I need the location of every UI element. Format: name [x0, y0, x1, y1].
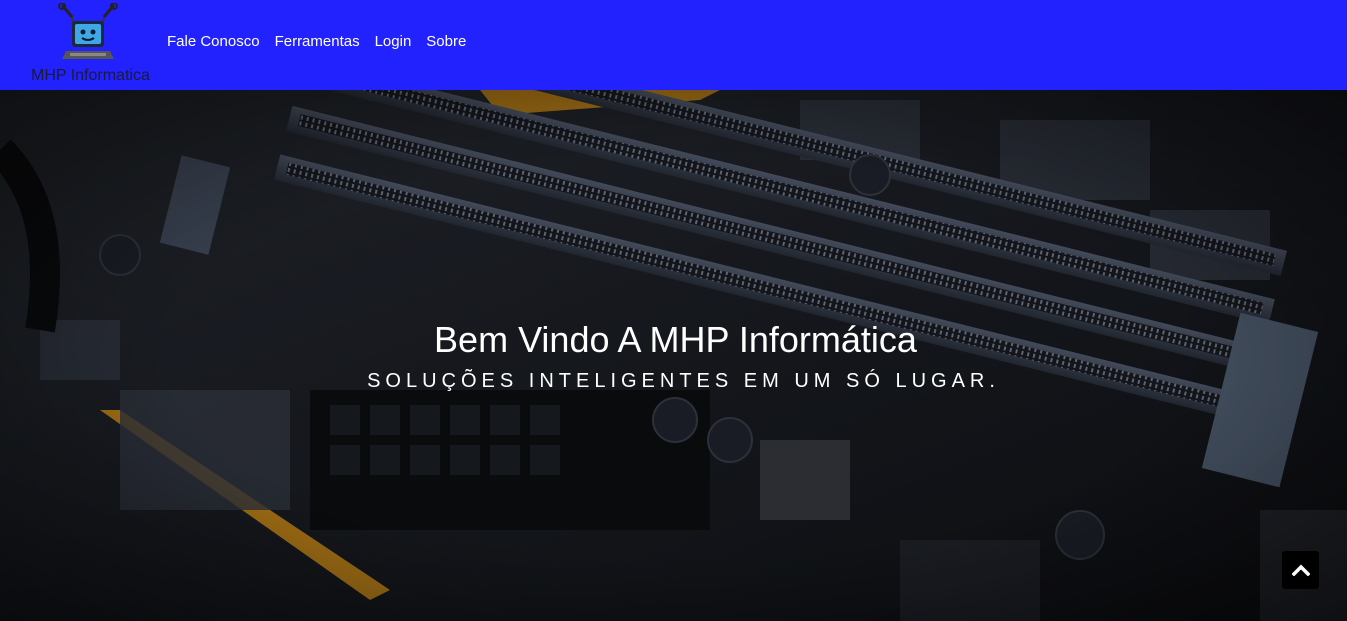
hero-section: Bem Vindo A MHP Informática SOLUÇÕES INT… — [0, 90, 1347, 621]
nav-link-ferramentas[interactable]: Ferramentas — [275, 33, 360, 50]
brand-home-link[interactable]: MHP Informatica — [30, 3, 160, 88]
nav-link-sobre[interactable]: Sobre — [426, 33, 466, 50]
hero-subtitle: SOLUÇÕES INTELIGENTES EM UM SÓ LUGAR. — [367, 370, 1000, 392]
chevron-up-icon — [1291, 564, 1310, 576]
navbar: MHP Informatica Fale Conosco Ferramentas… — [0, 0, 1347, 90]
nav-link-login[interactable]: Login — [375, 33, 412, 50]
scroll-to-top-button[interactable] — [1282, 551, 1319, 589]
brand-name: MHP Informatica — [31, 67, 150, 84]
nav-link-fale-conosco[interactable]: Fale Conosco — [167, 33, 260, 50]
main-nav: Fale Conosco Ferramentas Login Sobre — [167, 33, 466, 50]
robot-computer-logo-icon — [58, 3, 118, 59]
hero-title: Bem Vindo A MHP Informática — [434, 319, 917, 360]
